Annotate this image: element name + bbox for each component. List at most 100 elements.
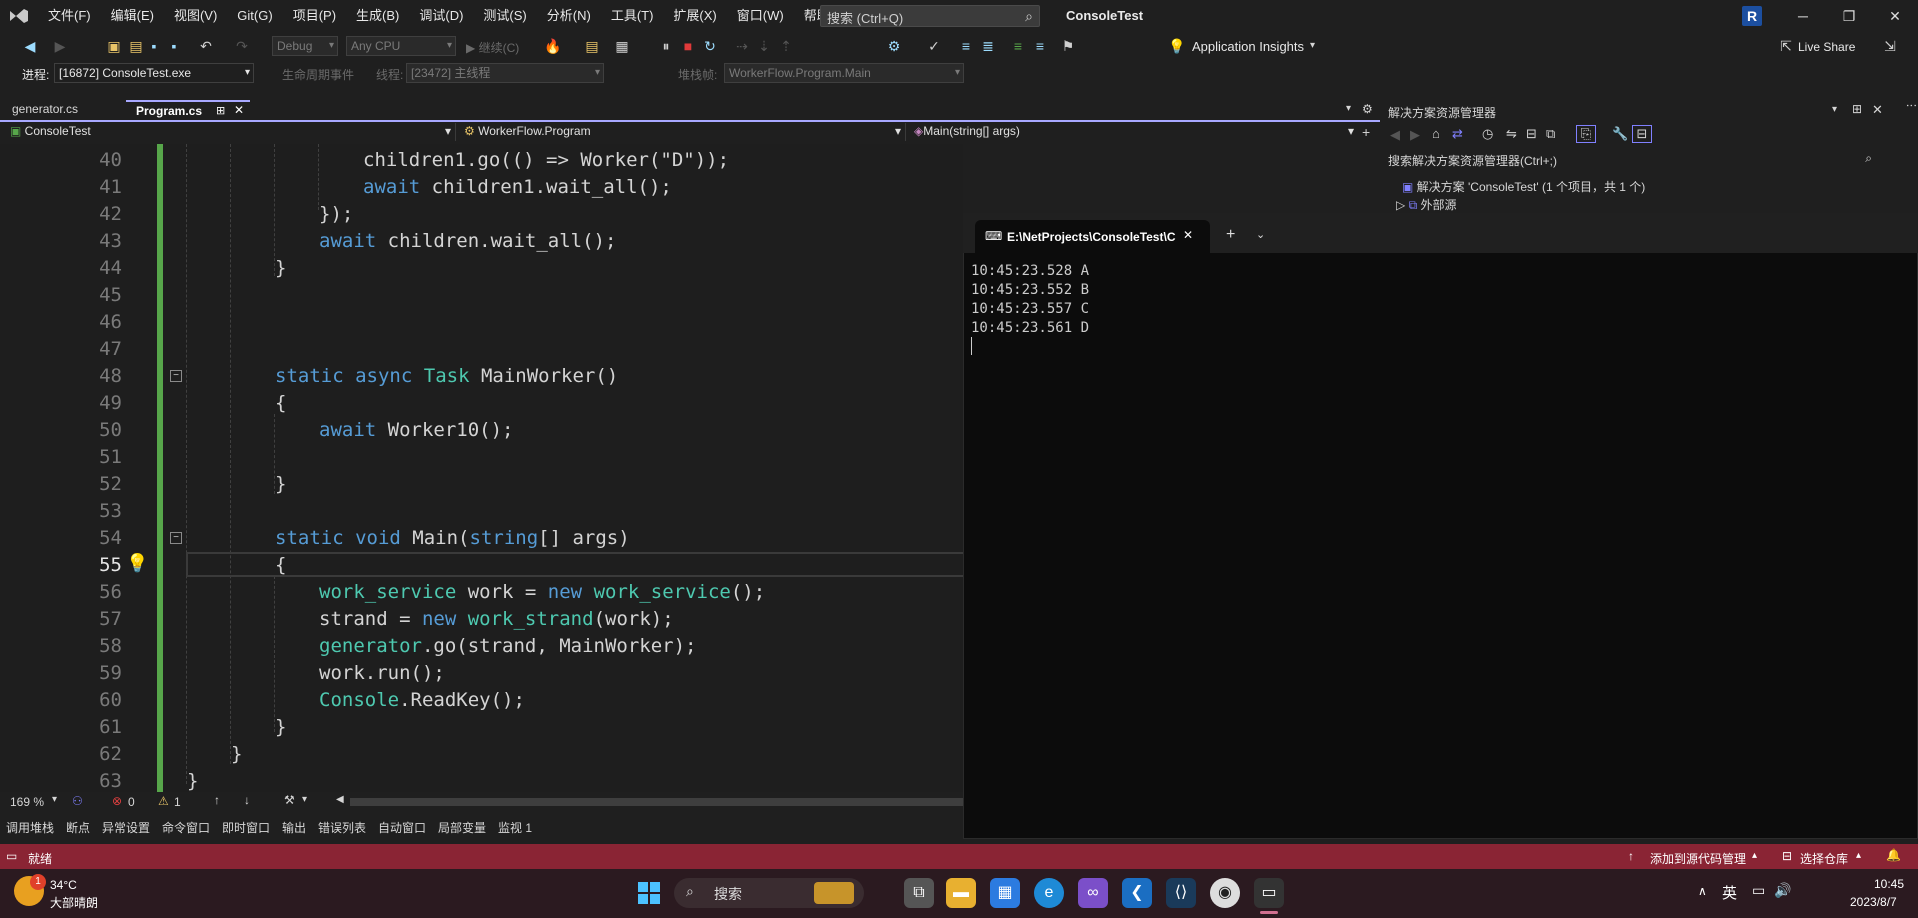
thread-dropdown[interactable]: [23472] 主线程: [406, 63, 604, 83]
menu-git[interactable]: Git(G): [227, 0, 282, 32]
volume-icon[interactable]: 🔊: [1774, 882, 1791, 899]
close-icon[interactable]: ✕: [1872, 0, 1918, 32]
platform-dropdown[interactable]: Any CPU: [346, 36, 456, 56]
health-icon[interactable]: ⚇: [72, 794, 83, 808]
error-icon[interactable]: ⊗: [112, 794, 122, 808]
tab-exception-settings[interactable]: 异常设置: [102, 819, 150, 836]
configuration-dropdown[interactable]: Debug: [272, 36, 338, 56]
stack-frame-dropdown[interactable]: WorkerFlow.Program.Main: [724, 63, 964, 83]
pause-icon[interactable]: ⏸: [658, 38, 674, 54]
code-line-52[interactable]: }: [275, 473, 286, 495]
weather-description[interactable]: 大部晴朗: [50, 894, 98, 911]
add-to-source-control-button[interactable]: 添加到源代码管理: [1650, 850, 1746, 867]
menu-extensions[interactable]: 扩展(X): [663, 0, 726, 32]
warning-icon[interactable]: ⚠: [158, 794, 169, 808]
wechat-icon[interactable]: ◉: [1210, 878, 1240, 908]
code-line-40[interactable]: children1.go(() => Worker("D"));: [363, 149, 729, 171]
tab-output[interactable]: 输出: [282, 819, 306, 836]
tab-breakpoints[interactable]: 断点: [66, 819, 90, 836]
show-all-files-icon[interactable]: ⧉: [1546, 126, 1555, 142]
stop-icon[interactable]: ■: [680, 38, 696, 54]
code-line-43[interactable]: await children.wait_all();: [319, 230, 616, 252]
menu-test[interactable]: 测试(S): [473, 0, 536, 32]
code-line-60[interactable]: Console.ReadKey();: [319, 689, 525, 711]
tab-locals[interactable]: 局部变量: [438, 819, 486, 836]
pending-changes-icon[interactable]: ◷: [1482, 126, 1493, 142]
code-line-49[interactable]: {: [275, 392, 286, 414]
code-line-58[interactable]: generator.go(strand, MainWorker);: [319, 635, 697, 657]
tab-watch-1[interactable]: 监视 1: [498, 819, 532, 836]
save-all-icon[interactable]: ▪: [166, 38, 182, 54]
minimize-icon[interactable]: ─: [1780, 0, 1826, 32]
menu-build[interactable]: 生成(B): [346, 0, 409, 32]
chevron-down-icon[interactable]: ▾: [1832, 104, 1837, 115]
collapse-icon[interactable]: −: [170, 370, 182, 382]
terminal-window[interactable]: [963, 213, 1918, 839]
bookmark-icon[interactable]: ⚑: [1060, 38, 1076, 54]
class-dropdown[interactable]: ⚙ WorkerFlow.Program ▾: [460, 123, 906, 141]
app-insights-button[interactable]: Application Insights: [1192, 39, 1304, 54]
menu-file[interactable]: 文件(F): [38, 0, 101, 32]
close-tab-icon[interactable]: ✕: [1183, 228, 1193, 242]
code-line-42[interactable]: });: [319, 203, 353, 225]
layout-icon[interactable]: ▦: [614, 38, 630, 54]
code-line-41[interactable]: await children1.wait_all();: [363, 176, 672, 198]
live-share-button[interactable]: Live Share: [1798, 40, 1855, 54]
collapse-all-icon[interactable]: ⊟: [1526, 126, 1537, 142]
browse-icon[interactable]: ▤: [584, 38, 600, 54]
notification-bell-icon[interactable]: 🔔: [1886, 848, 1901, 862]
restart-icon[interactable]: ↻: [702, 38, 718, 54]
visual-studio-logo-icon[interactable]: [8, 7, 30, 25]
back-icon[interactable]: ◀: [22, 38, 38, 54]
menu-edit[interactable]: 编辑(E): [101, 0, 164, 32]
dev-tool-icon[interactable]: ⟨⟩: [1166, 878, 1196, 908]
chevron-down-icon[interactable]: ▾: [1310, 40, 1315, 51]
tab-generator-cs[interactable]: generator.cs: [2, 100, 88, 120]
menu-project[interactable]: 项目(P): [283, 0, 346, 32]
previous-issue-icon[interactable]: ↑: [214, 793, 220, 807]
source-control-icon[interactable]: ↑: [1628, 849, 1634, 863]
restore-icon[interactable]: ❐: [1826, 0, 1872, 32]
solution-node[interactable]: ▣ 解决方案 'ConsoleTest' (1 个项目，共 1 个): [1402, 178, 1645, 195]
search-input[interactable]: 搜索 (Ctrl+Q) ⌕: [820, 5, 1040, 27]
menu-window[interactable]: 窗口(W): [727, 0, 794, 32]
chevron-up-icon[interactable]: ▴: [1752, 850, 1757, 861]
member-dropdown[interactable]: ◈Main(string[] args) ▾: [910, 123, 1358, 141]
code-line-61[interactable]: }: [275, 716, 286, 738]
tray-overflow-icon[interactable]: ∧: [1698, 884, 1707, 898]
code-line-59[interactable]: work.run();: [319, 662, 445, 684]
format-icon[interactable]: ≡: [958, 38, 974, 54]
properties-wrench-icon[interactable]: 🔧: [1612, 126, 1628, 142]
save-icon[interactable]: ▪: [146, 38, 162, 54]
chevron-down-icon[interactable]: ▾: [302, 794, 307, 805]
vs-code-icon[interactable]: ❮: [1122, 878, 1152, 908]
solution-search-input[interactable]: 搜索解决方案资源管理器(Ctrl+;) ⌕: [1386, 150, 1886, 170]
tab-call-stack[interactable]: 调用堆栈: [6, 819, 54, 836]
project-dropdown[interactable]: ▣ ConsoleTest ▾: [6, 123, 456, 141]
code-line-55[interactable]: {: [275, 554, 286, 576]
split-editor-icon[interactable]: +: [1362, 124, 1370, 140]
continue-button[interactable]: ▶ 继续(C): [466, 39, 519, 56]
horizontal-scrollbar[interactable]: [350, 798, 963, 806]
close-tab-icon[interactable]: ✕: [234, 103, 244, 117]
tab-autos[interactable]: 自动窗口: [378, 819, 426, 836]
undo-icon[interactable]: ↶: [198, 38, 214, 54]
back-icon[interactable]: ◀: [1390, 127, 1400, 143]
menu-debug[interactable]: 调试(D): [409, 0, 473, 32]
zoom-level[interactable]: 169 %: [10, 795, 44, 809]
format-selection-icon[interactable]: ≣: [980, 38, 996, 54]
menu-analyze[interactable]: 分析(N): [537, 0, 601, 32]
tab-overflow-icon[interactable]: ▾: [1346, 103, 1351, 114]
select-repository-button[interactable]: 选择仓库: [1800, 850, 1848, 867]
code-line-54[interactable]: static void Main(string[] args): [275, 527, 630, 549]
lightbulb-icon[interactable]: 💡: [1168, 38, 1185, 54]
code-line-50[interactable]: await Worker10();: [319, 419, 513, 441]
code-line-48[interactable]: static async Task MainWorker(): [275, 365, 618, 387]
step-out-icon[interactable]: ⇡: [778, 38, 794, 54]
pin-icon[interactable]: ⊞: [216, 104, 225, 117]
switch-views-icon[interactable]: ⇄: [1452, 126, 1463, 142]
pin-filter-icon[interactable]: ⊟: [1632, 125, 1652, 143]
taskbar-search-box[interactable]: ⌕ 搜索: [674, 878, 864, 908]
file-explorer-icon[interactable]: ▬: [946, 878, 976, 908]
preview-icon[interactable]: ⎘: [1576, 125, 1596, 143]
